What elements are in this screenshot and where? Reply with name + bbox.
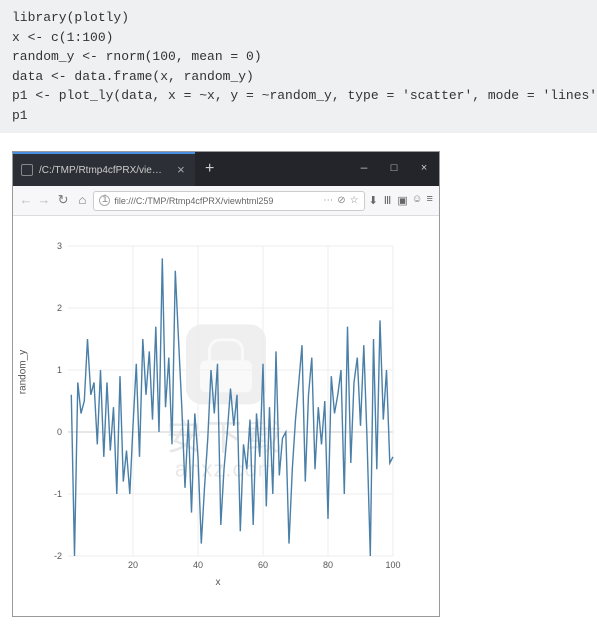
tab-close-icon[interactable]: × bbox=[175, 163, 187, 178]
svg-text:100: 100 bbox=[385, 560, 400, 570]
tab-title: /C:/TMP/Rtmp4cfPRX/viewhtml25 bbox=[39, 165, 169, 176]
x-axis-label: x bbox=[216, 577, 221, 588]
svg-text:80: 80 bbox=[323, 560, 333, 570]
favicon-icon bbox=[21, 164, 33, 176]
reload-button[interactable]: ↻ bbox=[55, 191, 72, 210]
close-button[interactable]: × bbox=[409, 152, 439, 186]
code-line: p1 <- plot_ly(data, x = ~x, y = ~random_… bbox=[12, 86, 585, 106]
download-icon[interactable]: ⬇ bbox=[369, 194, 378, 208]
plotly-chart[interactable]: random_y x -2-1012320406080100 bbox=[33, 236, 403, 586]
url-text: file:///C:/TMP/Rtmp4cfPRX/viewhtml259 bbox=[114, 196, 319, 206]
code-line: p1 bbox=[12, 106, 585, 126]
svg-text:3: 3 bbox=[57, 241, 62, 251]
toolbar-icons: ⬇ Ⅲ ▣ ☺ ≡ bbox=[369, 194, 433, 208]
menu-icon[interactable]: ≡ bbox=[426, 194, 433, 208]
chart-area: 安下载 anxz.com random_y x -2-1012320406080… bbox=[13, 216, 439, 616]
titlebar: /C:/TMP/Rtmp4cfPRX/viewhtml25 × + — □ × bbox=[13, 152, 439, 186]
svg-text:0: 0 bbox=[57, 427, 62, 437]
account-icon[interactable]: ☺ bbox=[414, 194, 421, 208]
maximize-button[interactable]: □ bbox=[379, 152, 409, 186]
browser-window: /C:/TMP/Rtmp4cfPRX/viewhtml25 × + — □ × … bbox=[12, 151, 440, 617]
svg-text:-2: -2 bbox=[54, 551, 62, 561]
code-line: x <- c(1:100) bbox=[12, 28, 585, 48]
library-icon[interactable]: Ⅲ bbox=[384, 194, 392, 208]
minimize-button[interactable]: — bbox=[349, 152, 379, 186]
new-tab-button[interactable]: + bbox=[195, 152, 225, 186]
back-button[interactable]: ← bbox=[19, 191, 33, 210]
browser-tab[interactable]: /C:/TMP/Rtmp4cfPRX/viewhtml25 × bbox=[13, 152, 195, 186]
url-input[interactable]: i file:///C:/TMP/Rtmp4cfPRX/viewhtml259 … bbox=[93, 191, 364, 211]
svg-text:1: 1 bbox=[57, 365, 62, 375]
code-line: random_y <- rnorm(100, mean = 0) bbox=[12, 47, 585, 67]
svg-text:-1: -1 bbox=[54, 489, 62, 499]
info-icon[interactable]: i bbox=[99, 195, 110, 206]
star-icon[interactable]: ☆ bbox=[350, 195, 359, 207]
svg-text:20: 20 bbox=[128, 560, 138, 570]
chart-svg: -2 -1 0 1 2 3 20 40 60 80 100 bbox=[33, 236, 403, 586]
svg-text:60: 60 bbox=[258, 560, 268, 570]
forward-button[interactable]: → bbox=[37, 191, 51, 210]
svg-text:2: 2 bbox=[57, 303, 62, 313]
home-button[interactable]: ⌂ bbox=[76, 191, 90, 210]
y-axis-label: random_y bbox=[18, 350, 29, 394]
window-controls: — □ × bbox=[349, 152, 439, 186]
url-more-icon: ⋯ bbox=[323, 195, 333, 207]
code-block: library(plotly) x <- c(1:100) random_y <… bbox=[0, 0, 597, 133]
code-line: library(plotly) bbox=[12, 8, 585, 28]
code-line: data <- data.frame(x, random_y) bbox=[12, 67, 585, 87]
sidebar-icon[interactable]: ▣ bbox=[397, 194, 407, 208]
address-bar: ← → ↻ ⌂ i file:///C:/TMP/Rtmp4cfPRX/view… bbox=[13, 186, 439, 216]
shield-icon[interactable]: ⊘ bbox=[337, 195, 345, 207]
svg-text:40: 40 bbox=[193, 560, 203, 570]
